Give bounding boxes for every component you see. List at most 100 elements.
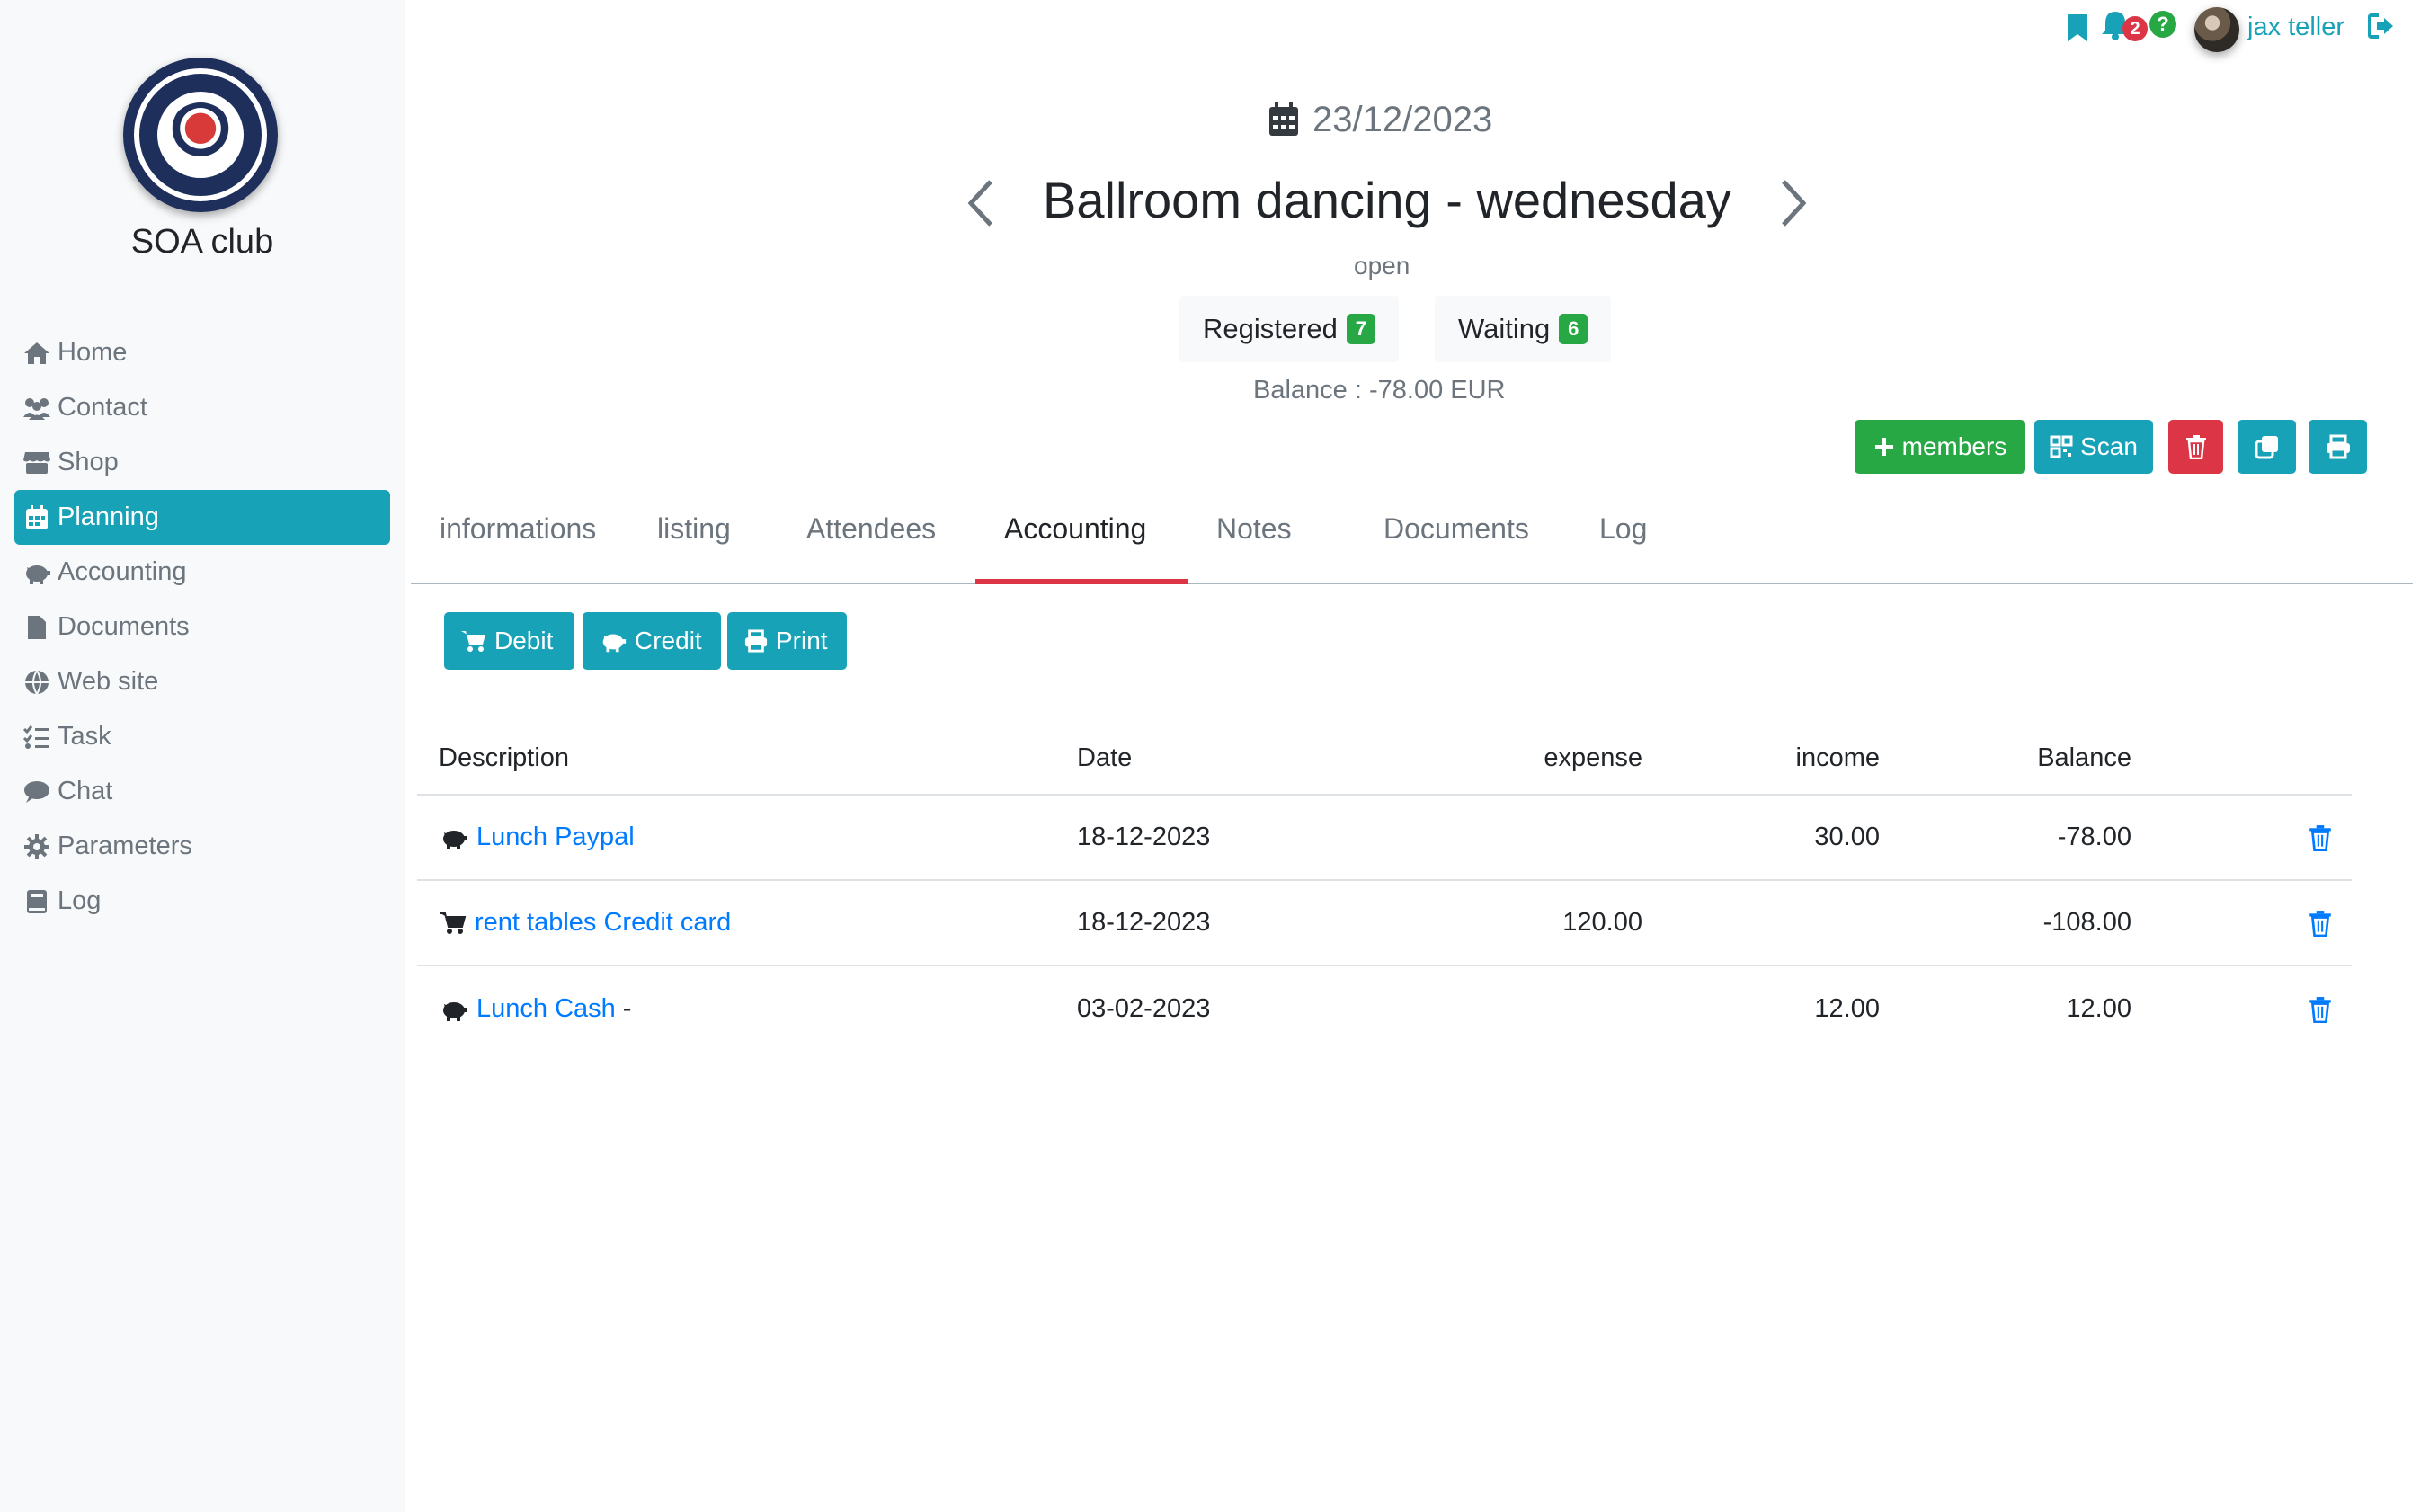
scan-button[interactable]: Scan bbox=[2034, 420, 2153, 474]
row-delete-button[interactable] bbox=[2309, 881, 2332, 965]
add-members-button[interactable]: members bbox=[1855, 420, 2025, 474]
globe-icon bbox=[22, 669, 52, 696]
registered-pill[interactable]: Registered 7 bbox=[1179, 296, 1399, 362]
trash-icon bbox=[2309, 996, 2331, 1023]
row-date: 03-02-2023 bbox=[1077, 994, 1211, 1023]
sidebar-item-parameters[interactable]: Parameters bbox=[14, 819, 390, 874]
club-name: SOA club bbox=[130, 223, 274, 261]
logo-inner bbox=[157, 92, 244, 178]
header-balance: Balance bbox=[2037, 743, 2131, 772]
sidebar-item-label: Log bbox=[58, 886, 102, 915]
header-income: income bbox=[1795, 743, 1881, 772]
users-icon bbox=[22, 395, 52, 422]
comment-icon bbox=[22, 778, 52, 805]
book-icon bbox=[22, 888, 52, 915]
table-row: rent tables Credit card 18-12-2023 120.0… bbox=[417, 881, 2352, 966]
copy-icon bbox=[2255, 436, 2278, 459]
page-title: Ballroom dancing - wednesday bbox=[1043, 172, 1731, 228]
row-balance: 12.00 bbox=[2066, 994, 2131, 1023]
chevron-left-icon[interactable] bbox=[964, 178, 996, 233]
piggy-bank-icon bbox=[443, 1001, 467, 1021]
trash-icon bbox=[2185, 435, 2206, 459]
print-icon bbox=[2326, 434, 2350, 459]
bookmark-icon[interactable] bbox=[2066, 13, 2089, 48]
copy-button[interactable] bbox=[2238, 420, 2296, 474]
tab-listing[interactable]: listing bbox=[628, 494, 760, 584]
event-date: 23/12/2023 bbox=[1268, 97, 1492, 142]
sidebar-item-chat[interactable]: Chat bbox=[14, 764, 390, 819]
calendar-icon bbox=[22, 504, 52, 531]
sidebar-item-contact[interactable]: Contact bbox=[14, 380, 390, 435]
row-delete-button[interactable] bbox=[2309, 966, 2332, 1052]
row-income: 12.00 bbox=[1814, 994, 1880, 1023]
sidebar: SOA club Home Contact Shop Planning Acco… bbox=[0, 0, 405, 1512]
row-description: Lunch Paypal bbox=[439, 796, 642, 879]
table-row: Lunch Cash - 03-02-2023 12.00 12.00 bbox=[417, 966, 2352, 1052]
waiting-count-badge: 6 bbox=[1559, 314, 1588, 344]
row-description-suffix: - bbox=[622, 994, 632, 1023]
sidebar-item-planning[interactable]: Planning bbox=[14, 490, 390, 545]
tab-notes[interactable]: Notes bbox=[1188, 494, 1321, 584]
debit-label: Debit bbox=[494, 627, 554, 654]
credit-button[interactable]: Credit bbox=[583, 612, 721, 670]
sidebar-item-documents[interactable]: Documents bbox=[14, 600, 390, 654]
row-balance: -78.00 bbox=[2057, 823, 2131, 851]
club-logo[interactable] bbox=[123, 58, 278, 212]
piggy-bank-icon bbox=[22, 559, 52, 586]
waiting-pill[interactable]: Waiting 6 bbox=[1435, 296, 1612, 362]
print-accounting-button[interactable]: Print bbox=[727, 612, 847, 670]
cart-icon bbox=[461, 631, 485, 652]
tab-documents[interactable]: Documents bbox=[1355, 494, 1558, 584]
store-icon bbox=[22, 449, 52, 476]
sidebar-item-home[interactable]: Home bbox=[14, 325, 390, 380]
notification-badge[interactable]: 2 bbox=[2122, 16, 2148, 41]
debit-button[interactable]: Debit bbox=[444, 612, 574, 670]
tab-attendees[interactable]: Attendees bbox=[778, 494, 965, 584]
sidebar-item-log[interactable]: Log bbox=[14, 874, 390, 929]
add-members-label: members bbox=[1901, 432, 2007, 460]
piggy-bank-icon bbox=[443, 830, 467, 849]
registered-label: Registered bbox=[1203, 313, 1338, 344]
row-description-link[interactable]: Lunch Cash bbox=[476, 994, 616, 1024]
sidebar-item-task[interactable]: Task bbox=[14, 709, 390, 764]
sidebar-nav: Home Contact Shop Planning Accounting Do… bbox=[14, 325, 390, 929]
waiting-label: Waiting bbox=[1458, 313, 1551, 344]
sidebar-item-label: Chat bbox=[58, 777, 113, 805]
sidebar-item-label: Contact bbox=[58, 393, 147, 422]
tab-informations[interactable]: informations bbox=[411, 494, 625, 584]
sidebar-item-shop[interactable]: Shop bbox=[14, 435, 390, 490]
logout-icon[interactable] bbox=[2368, 13, 2397, 44]
table-header: Description Date expense income Balance bbox=[417, 722, 2352, 796]
row-description: Lunch Cash - bbox=[439, 966, 631, 1052]
sidebar-item-label: Home bbox=[58, 338, 128, 367]
sidebar-item-label: Planning bbox=[58, 503, 159, 531]
row-income: 30.00 bbox=[1814, 823, 1880, 851]
row-date: 18-12-2023 bbox=[1077, 908, 1211, 937]
octopus-icon bbox=[168, 102, 233, 167]
tab-accounting[interactable]: Accounting bbox=[975, 494, 1188, 584]
tasks-icon bbox=[22, 724, 52, 751]
sidebar-item-label: Task bbox=[58, 722, 111, 751]
print-icon bbox=[744, 629, 768, 653]
credit-label: Credit bbox=[635, 627, 702, 654]
row-delete-button[interactable] bbox=[2309, 796, 2332, 879]
row-expense: 120.00 bbox=[1562, 908, 1642, 937]
delete-event-button[interactable] bbox=[2168, 420, 2223, 474]
print-event-button[interactable] bbox=[2309, 420, 2367, 474]
calendar-icon bbox=[1269, 102, 1298, 136]
help-badge[interactable]: ? bbox=[2149, 11, 2176, 38]
header-description: Description bbox=[439, 743, 570, 772]
row-description-link[interactable]: Lunch Paypal bbox=[476, 823, 635, 852]
user-name-link[interactable]: jax teller bbox=[2247, 13, 2344, 42]
tab-log[interactable]: Log bbox=[1570, 494, 1676, 584]
print-label: Print bbox=[776, 627, 828, 654]
avatar[interactable] bbox=[2194, 7, 2239, 52]
sidebar-item-website[interactable]: Web site bbox=[14, 654, 390, 709]
sidebar-item-accounting[interactable]: Accounting bbox=[14, 545, 390, 600]
registered-count-badge: 7 bbox=[1346, 314, 1375, 344]
accounting-table: Description Date expense income Balance … bbox=[417, 722, 2352, 1052]
chevron-right-icon[interactable] bbox=[1778, 178, 1811, 233]
table-row: Lunch Paypal 18-12-2023 30.00 -78.00 bbox=[417, 796, 2352, 881]
row-description-link[interactable]: rent tables Credit card bbox=[475, 908, 731, 938]
sidebar-item-label: Shop bbox=[58, 448, 119, 476]
